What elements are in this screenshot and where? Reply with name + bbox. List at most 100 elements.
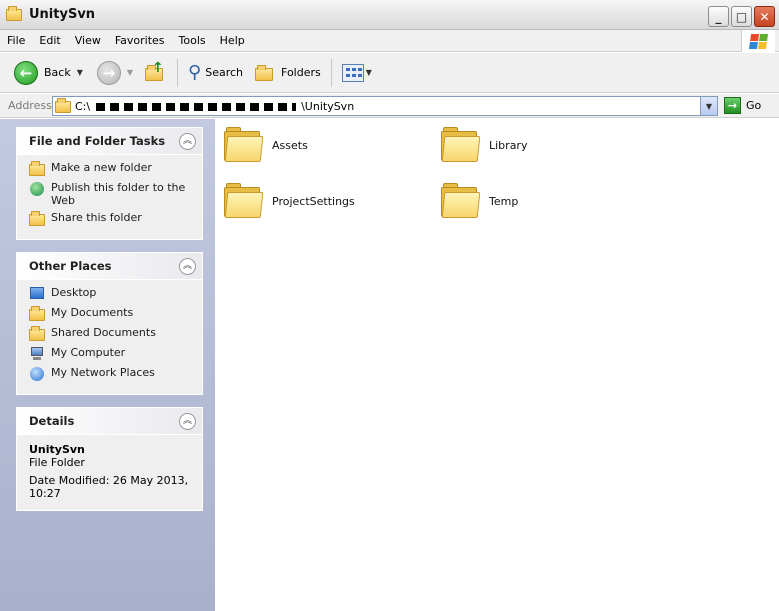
desktop-icon	[29, 286, 45, 302]
toolbar-separator	[177, 58, 179, 87]
address-dropdown-button[interactable]: ▼	[700, 97, 717, 115]
back-dropdown-icon[interactable]: ▼	[77, 68, 83, 77]
folder-item-assets[interactable]: Assets	[224, 127, 308, 163]
panel-body: Desktop My Documents Shared Documents My…	[17, 279, 202, 394]
folder-icon	[441, 127, 481, 163]
address-path-suffix: \UnitySvn	[301, 99, 355, 113]
my-documents-icon	[29, 306, 45, 322]
panel-header[interactable]: File and Folder Tasks ︽	[17, 128, 202, 154]
address-field[interactable]: C:\ \UnitySvn ▼	[52, 96, 718, 116]
details-name: UnitySvn	[29, 443, 85, 456]
views-dropdown-icon[interactable]: ▼	[366, 68, 372, 77]
task-publish-folder[interactable]: Publish this folder to the Web	[29, 181, 194, 207]
search-icon: ⚲	[188, 62, 202, 83]
address-path: C:\ \UnitySvn	[75, 100, 354, 113]
panel-title: Other Places	[29, 259, 112, 273]
publish-web-icon	[29, 181, 45, 197]
go-arrow-icon: →	[724, 97, 741, 114]
toolbar-separator	[330, 58, 332, 87]
folders-button[interactable]: Folders	[251, 57, 325, 89]
menu-tools[interactable]: Tools	[172, 34, 213, 47]
collapse-chevron-icon[interactable]: ︽	[179, 412, 196, 430]
title-bar: UnitySvn _ □ ✕	[0, 0, 779, 30]
panel-body: Make a new folder Publish this folder to…	[17, 154, 202, 239]
folder-item-temp[interactable]: Temp	[441, 183, 518, 219]
address-path-prefix: C:\	[75, 99, 91, 113]
forward-dropdown-icon[interactable]: ▼	[127, 68, 133, 77]
menu-favorites[interactable]: Favorites	[108, 34, 172, 47]
redacted-path	[95, 102, 296, 111]
folder-view: Assets Library ProjectSettings Temp	[215, 119, 779, 611]
window-title: UnitySvn	[29, 7, 96, 22]
network-places-icon	[29, 366, 45, 382]
folder-name: ProjectSettings	[272, 194, 355, 208]
details-panel: Details ︽ UnitySvn File Folder Date Modi…	[16, 407, 203, 511]
back-arrow-icon: ←	[14, 60, 38, 85]
my-computer-icon	[29, 346, 45, 362]
panel-title: File and Folder Tasks	[29, 134, 166, 148]
task-label: Make a new folder	[51, 161, 152, 174]
task-make-new-folder[interactable]: Make a new folder	[29, 161, 194, 177]
menu-help[interactable]: Help	[213, 34, 252, 47]
task-share-folder[interactable]: Share this folder	[29, 211, 194, 227]
place-label: Shared Documents	[51, 326, 156, 339]
maximize-button[interactable]: □	[731, 6, 752, 27]
place-network[interactable]: My Network Places	[29, 366, 194, 382]
views-button[interactable]: ▼	[338, 57, 376, 89]
details-modified: Date Modified: 26 May 2013, 10:27	[29, 474, 189, 500]
collapse-chevron-icon[interactable]: ︽	[179, 132, 196, 150]
search-button[interactable]: ⚲ Search	[184, 57, 247, 89]
place-my-computer[interactable]: My Computer	[29, 346, 194, 362]
new-folder-icon	[29, 161, 45, 177]
address-bar: Address C:\ \UnitySvn ▼ → Go	[0, 94, 779, 118]
collapse-chevron-icon[interactable]: ︽	[179, 257, 196, 275]
minimize-icon: _	[715, 9, 722, 24]
chevron-down-icon: ▼	[705, 101, 713, 111]
shared-documents-icon	[29, 326, 45, 342]
folder-icon	[6, 6, 23, 21]
menu-edit[interactable]: Edit	[32, 34, 67, 47]
menu-bar: File Edit View Favorites Tools Help	[0, 30, 779, 52]
task-label: Publish this folder to the Web	[51, 181, 186, 207]
forward-button[interactable]: → ▼	[93, 57, 137, 89]
folder-name: Assets	[272, 138, 308, 152]
maximize-icon: □	[735, 9, 748, 24]
search-label: Search	[205, 66, 244, 79]
other-places-panel: Other Places ︽ Desktop My Documents Shar…	[16, 252, 203, 395]
folder-item-projectsettings[interactable]: ProjectSettings	[224, 183, 355, 219]
window-controls: _ □ ✕	[708, 6, 775, 27]
place-shared-documents[interactable]: Shared Documents	[29, 326, 194, 342]
toolbar: ← Back ▼ → ▼ ↑ ⚲ Search Folders ▼	[0, 53, 779, 93]
folders-label: Folders	[281, 66, 321, 79]
up-folder-button[interactable]: ↑	[141, 57, 171, 89]
folder-name: Temp	[489, 194, 519, 208]
back-label: Back	[44, 66, 71, 79]
panel-header[interactable]: Details ︽	[17, 408, 202, 434]
place-label: My Computer	[51, 346, 126, 359]
menu-file[interactable]: File	[0, 34, 32, 47]
panel-body: UnitySvn File Folder Date Modified: 26 M…	[17, 434, 202, 510]
address-label: Address	[8, 99, 52, 112]
go-label: Go	[746, 99, 762, 112]
go-button[interactable]: → Go	[724, 97, 761, 114]
panel-header[interactable]: Other Places ︽	[17, 253, 202, 279]
place-desktop[interactable]: Desktop	[29, 286, 194, 302]
windows-logo-icon	[741, 30, 775, 52]
panel-title: Details	[29, 414, 75, 428]
file-folder-tasks-panel: File and Folder Tasks ︽ Make a new folde…	[16, 127, 203, 240]
close-icon: ✕	[759, 9, 770, 24]
views-icon	[341, 63, 364, 82]
folder-item-library[interactable]: Library	[441, 127, 527, 163]
close-button[interactable]: ✕	[754, 6, 775, 27]
back-button[interactable]: ← Back ▼	[10, 57, 87, 89]
place-label: My Documents	[51, 306, 134, 319]
place-my-documents[interactable]: My Documents	[29, 306, 194, 322]
folder-icon	[55, 98, 71, 113]
minimize-button[interactable]: _	[708, 6, 729, 27]
menu-view[interactable]: View	[68, 34, 108, 47]
up-folder-icon: ↑	[145, 60, 167, 84]
task-label: Share this folder	[51, 211, 142, 224]
share-folder-icon	[29, 211, 45, 227]
place-label: My Network Places	[51, 366, 155, 379]
task-pane: File and Folder Tasks ︽ Make a new folde…	[0, 119, 215, 611]
